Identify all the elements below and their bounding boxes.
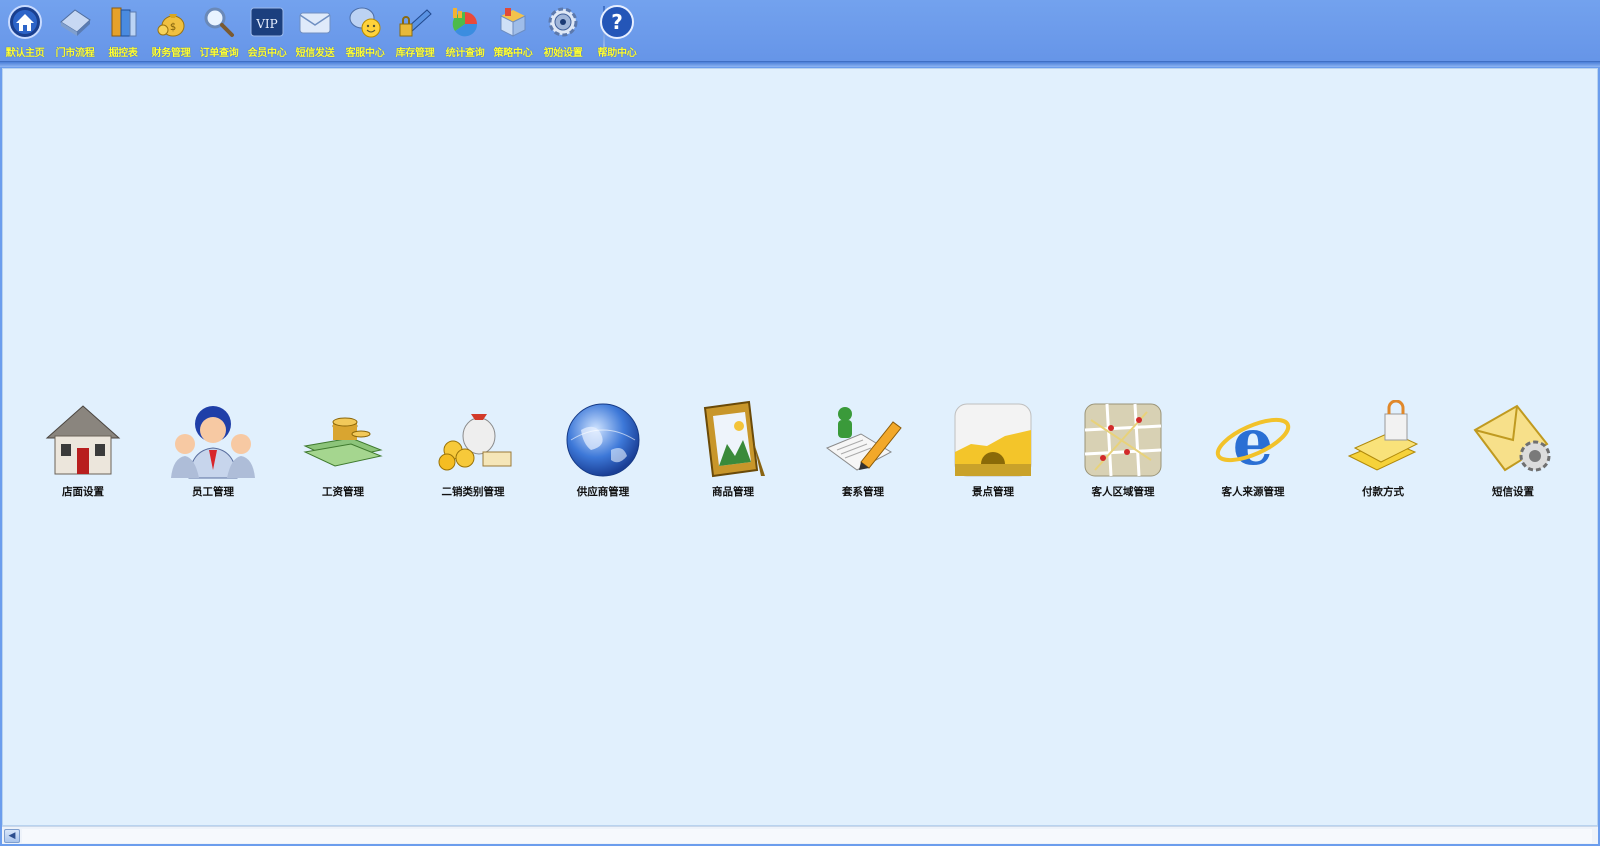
cash-coins-icon — [301, 399, 385, 480]
gear-icon — [544, 3, 582, 41]
tile-scenic-spot-management[interactable]: 景点管理 — [933, 399, 1053, 499]
scrollbar-track[interactable] — [22, 829, 1592, 843]
home-icon — [6, 3, 44, 41]
toolbar-member-center[interactable]: VIP 会员中心 — [242, 3, 292, 59]
tile-secondary-sales-category[interactable]: 二销类别管理 — [413, 399, 533, 499]
tile-label: 员工管理 — [192, 486, 234, 498]
svg-text:VIP: VIP — [255, 17, 277, 31]
toolbar-label: 财务管理 — [151, 48, 191, 59]
lock-book-icon — [396, 3, 434, 41]
house-icon — [56, 3, 94, 41]
tile-label: 供应商管理 — [576, 486, 630, 498]
toolbar-help[interactable]: ? 帮助中心 — [592, 3, 642, 59]
smiley-chat-icon — [346, 3, 384, 41]
tile-label: 客人区域管理 — [1091, 486, 1155, 498]
envelope-gear-icon — [1471, 399, 1555, 480]
tile-supplier-management[interactable]: 供应商管理 — [543, 399, 663, 499]
toolbar-label: 订单查询 — [199, 48, 239, 59]
tile-label: 工资管理 — [322, 486, 364, 498]
tile-label: 商品管理 — [712, 486, 754, 498]
tile-customer-source-management[interactable]: e 客人来源管理 — [1193, 399, 1313, 499]
scroll-left-button[interactable]: ◀ — [4, 829, 20, 843]
toolbar-statistics[interactable]: 统计查询 — [440, 3, 490, 59]
books-icon — [104, 3, 142, 41]
toolbar-finance[interactable]: $ 财务管理 — [146, 3, 196, 59]
tile-package-management[interactable]: 套系管理 — [803, 399, 923, 499]
toolbar-strategy[interactable]: 策略中心 — [488, 3, 538, 59]
svg-text:e: e — [1233, 405, 1274, 480]
help-icon: ? — [598, 3, 636, 41]
toolbar-label: 默认主页 — [5, 48, 45, 59]
toolbar-inventory[interactable]: 库存管理 — [390, 3, 440, 59]
toolbar-label: 门市流程 — [55, 48, 95, 59]
chevron-left-icon: ◀ — [8, 831, 16, 841]
tile-label: 套系管理 — [842, 486, 884, 498]
main-content-area: 店面设置 员工管理 工资管理 二销类别管理 供应商管理 商品管理 套系管理 景点… — [2, 68, 1598, 826]
tile-sms-settings[interactable]: 短信设置 — [1453, 399, 1573, 499]
toolbar-label: 帮助中心 — [597, 48, 637, 59]
tile-label: 店面设置 — [62, 486, 104, 498]
horizontal-scrollbar[interactable]: ◀ — [2, 826, 1598, 844]
money-bag-icon: $ — [152, 3, 190, 41]
toolbar-label: 客服中心 — [345, 48, 385, 59]
magnifier-icon — [200, 3, 238, 41]
toolbar-bottom-strip — [0, 62, 1600, 67]
vip-card-icon: VIP — [248, 3, 286, 41]
toolbar-sms-send[interactable]: 短信发送 — [290, 3, 340, 59]
toolbar-label: 策略中心 — [493, 48, 533, 59]
tile-customer-region-management[interactable]: 客人区域管理 — [1063, 399, 1183, 499]
box-icon — [494, 3, 532, 41]
toolbar-control-table[interactable]: 掘控表 — [98, 3, 148, 59]
settings-tile-grid: 店面设置 员工管理 工资管理 二销类别管理 供应商管理 商品管理 套系管理 景点… — [23, 399, 1583, 499]
tile-salary-management[interactable]: 工资管理 — [283, 399, 403, 499]
envelope-icon — [296, 3, 334, 41]
great-wall-icon — [951, 399, 1035, 480]
tile-store-settings[interactable]: 店面设置 — [23, 399, 143, 499]
toolbar-label: 短信发送 — [295, 48, 335, 59]
tile-label: 景点管理 — [972, 486, 1014, 498]
svg-text:?: ? — [611, 10, 623, 34]
toolbar-label: 会员中心 — [247, 48, 287, 59]
map-icon — [1081, 399, 1165, 480]
top-toolbar: 默认主页 门市流程 掘控表 $ 财务管理 订单查询 VIP 会员中心 短信发送 — [0, 0, 1600, 62]
staff-icon — [171, 399, 255, 480]
toolbar-label: 掘控表 — [108, 48, 138, 59]
toolbar-label: 初始设置 — [543, 48, 583, 59]
document-pencil-icon — [821, 399, 905, 480]
svg-text:$: $ — [170, 22, 176, 33]
tile-label: 二销类别管理 — [441, 486, 505, 498]
money-bag-coins-icon — [431, 399, 515, 480]
internet-explorer-icon: e — [1211, 399, 1295, 480]
picture-frame-icon — [691, 399, 775, 480]
card-lock-icon — [1341, 399, 1425, 480]
pie-chart-icon — [446, 3, 484, 41]
tile-label: 客人来源管理 — [1221, 486, 1285, 498]
toolbar-store-process[interactable]: 门市流程 — [50, 3, 100, 59]
toolbar-customer-service[interactable]: 客服中心 — [340, 3, 390, 59]
toolbar-initial-settings[interactable]: 初始设置 — [538, 3, 588, 59]
toolbar-label: 统计查询 — [445, 48, 485, 59]
toolbar-order-query[interactable]: 订单查询 — [194, 3, 244, 59]
toolbar-home[interactable]: 默认主页 — [0, 3, 50, 59]
tile-payment-method[interactable]: 付款方式 — [1323, 399, 1443, 499]
tile-product-management[interactable]: 商品管理 — [673, 399, 793, 499]
toolbar-label: 库存管理 — [395, 48, 435, 59]
house-icon — [41, 399, 125, 480]
globe-icon — [561, 399, 645, 480]
tile-label: 付款方式 — [1362, 486, 1404, 498]
tile-staff-management[interactable]: 员工管理 — [153, 399, 273, 499]
tile-label: 短信设置 — [1492, 486, 1534, 498]
